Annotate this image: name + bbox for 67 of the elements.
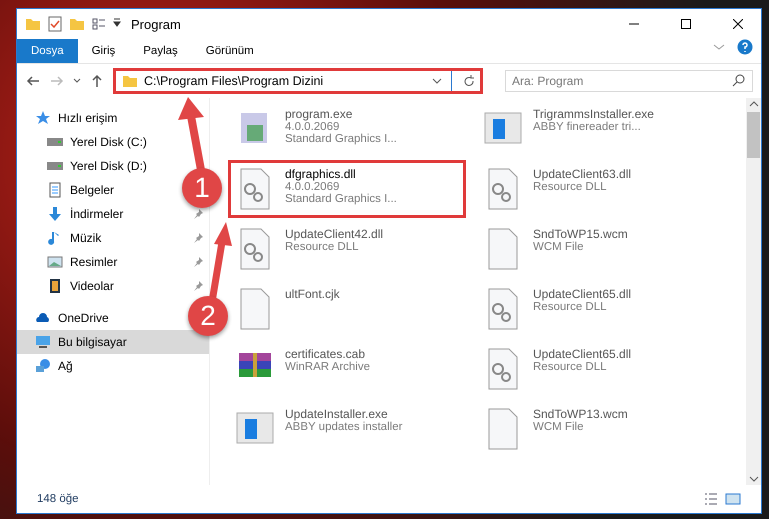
- file-detail: Resource DLL: [533, 181, 608, 193]
- pin-icon: [193, 209, 203, 219]
- close-icon: [733, 19, 743, 29]
- file-detail: 4.0.0.2069: [285, 181, 340, 193]
- address-bar[interactable]: C:\Program Files\Program Dizini: [113, 68, 483, 94]
- file-name[interactable]: TrigrammsInstaller.exe: [533, 107, 654, 121]
- pin-icon: [193, 233, 203, 243]
- pin-icon: [193, 281, 203, 291]
- sidebar-item[interactable]: Belgeler: [17, 178, 120, 202]
- picture-icon: [47, 254, 63, 270]
- ribbon-tab[interactable]: Dosya: [17, 39, 78, 63]
- details-view-icon: [703, 491, 719, 507]
- help-icon: [737, 39, 753, 55]
- computer-icon: [35, 334, 51, 350]
- file-detail: Standard Graphics I...: [285, 133, 397, 145]
- scrollbar-thumb[interactable]: [747, 112, 760, 158]
- sidebar-item[interactable]: OneDrive: [17, 306, 115, 330]
- file-detail: ABBY finereader tri...: [533, 121, 642, 133]
- file-name[interactable]: UpdateClient63.dll: [533, 167, 632, 181]
- file-name[interactable]: certificates.cab: [285, 347, 370, 361]
- file-name[interactable]: ultFont.cjk: [285, 287, 340, 301]
- minimize-icon: [629, 23, 639, 25]
- document-icon: [47, 182, 63, 198]
- sidebar-item[interactable]: Videolar: [17, 274, 209, 298]
- network-icon: [35, 358, 51, 374]
- folder-icon: [122, 73, 138, 89]
- search-field[interactable]: Ara: Program: [505, 70, 753, 92]
- film-icon: [47, 278, 63, 294]
- file-name[interactable]: SndToWP15.wcm: [533, 227, 628, 241]
- file-detail: WCM File: [533, 421, 584, 433]
- file-name[interactable]: UpdateClient65.dll: [533, 347, 632, 361]
- checklist-icon: [47, 16, 63, 32]
- item-count: 148 öğe: [37, 493, 80, 505]
- sidebar-item[interactable]: Bu bilgisayar: [17, 330, 209, 354]
- file-detail: WCM File: [533, 241, 584, 253]
- file-detail: Resource DLL: [285, 241, 360, 253]
- file-name[interactable]: UpdateInstaller.exe: [285, 407, 402, 421]
- file-detail: ABBY updates installer: [285, 421, 402, 433]
- window-title: Program: [131, 16, 182, 32]
- file-detail: Resource DLL: [533, 361, 608, 373]
- drive-icon: [47, 138, 63, 146]
- pin-icon: [193, 257, 203, 267]
- sidebar-item[interactable]: Hızlı erişim: [17, 106, 124, 130]
- scrollbar[interactable]: [746, 98, 761, 485]
- folder-icon: [25, 16, 41, 32]
- maximize-icon: [681, 19, 691, 29]
- large-icons-view-icon: [725, 491, 741, 507]
- file-name[interactable]: UpdateClient42.dll: [285, 227, 384, 241]
- file-detail: Resource DLL: [533, 301, 608, 313]
- sidebar-item[interactable]: Müzik: [17, 226, 209, 250]
- file-name[interactable]: program.exe: [285, 107, 397, 121]
- sidebar-item[interactable]: Yerel Disk (D:): [17, 154, 153, 178]
- file-detail: Standard Graphics I...: [285, 193, 397, 205]
- file-detail: WinRAR Archive: [285, 361, 370, 373]
- search-icon: [731, 73, 747, 89]
- file-detail: 4.0.0.2069: [285, 121, 340, 133]
- file-name[interactable]: UpdateClient65.dll: [533, 287, 632, 301]
- file-name[interactable]: dfgraphics.dll: [285, 167, 397, 181]
- folder-icon: [69, 16, 85, 32]
- sidebar-item[interactable]: Yerel Disk (C:): [17, 130, 153, 154]
- properties-icon: [91, 16, 107, 32]
- star-icon: [35, 110, 51, 126]
- sidebar-item[interactable]: Ağ: [17, 354, 79, 378]
- download-arrow-icon: [47, 206, 63, 222]
- sidebar-item[interactable]: Resimler: [17, 250, 209, 274]
- drive-icon: [47, 162, 63, 170]
- file-name[interactable]: SndToWP13.wcm: [533, 407, 628, 421]
